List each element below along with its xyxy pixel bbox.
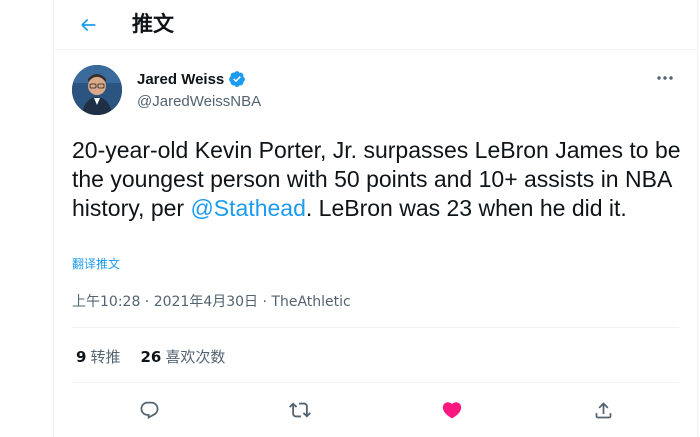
more-options-button[interactable] [651,66,679,90]
divider [72,327,679,328]
author-handle[interactable]: @JaredWeissNBA [137,93,261,110]
retweets-count: 9 [76,348,87,366]
tweet-source[interactable]: TheAthletic [271,294,350,310]
tweet-text-part: . LeBron was 23 when he did it. [305,195,627,221]
back-button[interactable] [71,8,105,42]
likes-label: 喜欢次数 [165,348,226,366]
divider [72,382,679,383]
retweets-label: 转推 [90,348,121,366]
tweet-timestamp[interactable]: 上午10:28 · 2021年4月30日 · [72,294,271,310]
author-name: Jared Weiss [137,70,225,88]
tweet-detail-panel: 推文 Jared Weiss @JaredWeissNBA 20-year-ol… [53,0,698,437]
avatar-image [72,65,122,115]
mention-link[interactable]: @Stathead [190,195,305,221]
tweet-actions [54,393,697,427]
like-icon [442,402,462,419]
reply-icon [140,401,158,419]
tweet-meta: 上午10:28 · 2021年4月30日 · TheAthletic [72,291,351,311]
retweet-icon [289,402,311,418]
retweets-stat[interactable]: 9 转推 [76,346,120,367]
avatar[interactable] [72,65,122,115]
share-icon [595,401,611,418]
tweet-text: 20-year-old Kevin Porter, Jr. surpasses … [72,136,682,223]
arrow-left-icon [81,19,96,31]
like-button[interactable] [435,393,469,427]
share-button[interactable] [586,393,620,427]
tweet-stats: 9 转推 26 喜欢次数 [76,346,225,367]
tweet-header: 推文 [54,0,697,50]
verified-badge-icon [229,71,246,87]
reply-button[interactable] [132,393,166,427]
author-name-row[interactable]: Jared Weiss [137,70,246,88]
likes-stat[interactable]: 26 喜欢次数 [140,346,225,367]
retweet-button[interactable] [283,393,317,427]
likes-count: 26 [140,348,162,366]
translate-tweet-link[interactable]: 翻译推文 [72,255,120,272]
more-horizontal-icon [657,76,673,80]
page-title: 推文 [132,12,174,36]
